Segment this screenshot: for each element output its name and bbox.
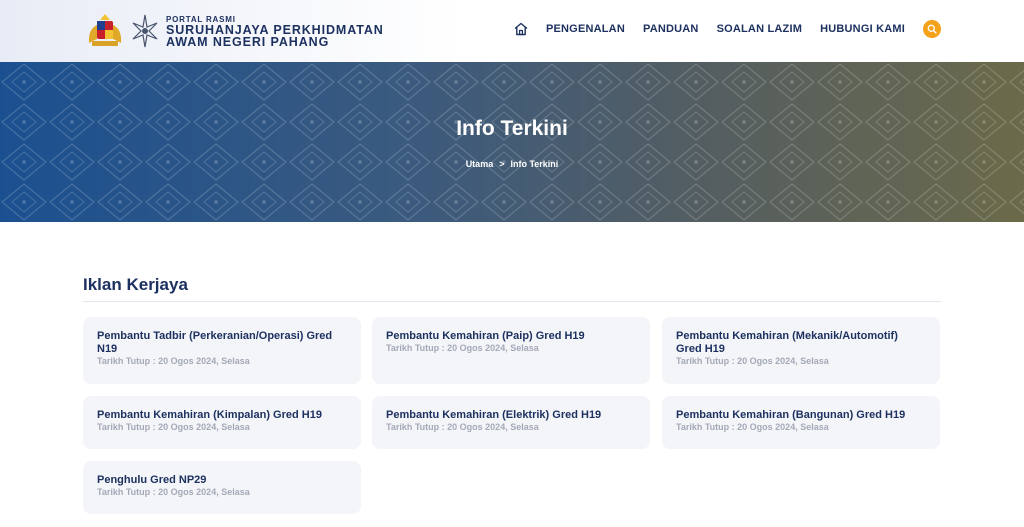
malaysia-crest-icon <box>88 14 122 46</box>
search-icon <box>927 24 937 34</box>
breadcrumb-home-link[interactable]: Utama <box>466 159 494 169</box>
job-closing-date: Tarikh Tutup : 20 Ogos 2024, Selasa <box>386 422 539 432</box>
job-card[interactable]: Pembantu Tadbir (Perkeranian/Operasi) Gr… <box>83 317 361 384</box>
job-closing-date: Tarikh Tutup : 20 Ogos 2024, Selasa <box>97 356 250 366</box>
job-title: Penghulu Gred NP29 <box>97 474 207 486</box>
main-nav: PENGENALAN PANDUAN SOALAN LAZIM HUBUNGI … <box>513 20 941 38</box>
hero-banner: Info Terkini Utama > Info Terkini <box>0 62 1024 222</box>
hero-pattern-background <box>0 62 1024 222</box>
nav-item-soalan-lazim[interactable]: SOALAN LAZIM <box>717 23 803 35</box>
job-closing-date: Tarikh Tutup : 20 Ogos 2024, Selasa <box>97 422 250 432</box>
job-title: Pembantu Kemahiran (Elektrik) Gred H19 <box>386 409 602 421</box>
section-title: Iklan Kerjaya <box>83 275 188 294</box>
nav-item-panduan[interactable]: PANDUAN <box>643 23 699 35</box>
site-brand[interactable]: PORTAL RASMI SURUHANJAYA PERKHIDMATAN AW… <box>166 15 384 48</box>
job-title: Pembantu Kemahiran (Kimpalan) Gred H19 <box>97 409 322 421</box>
logo-link[interactable] <box>84 13 160 49</box>
nav-item-hubungi-kami[interactable]: HUBUNGI KAMI <box>820 23 905 35</box>
home-icon[interactable] <box>513 21 529 37</box>
site-header: PORTAL RASMI SURUHANJAYA PERKHIDMATAN AW… <box>0 0 1024 62</box>
job-card[interactable]: Penghulu Gred NP29 Tarikh Tutup : 20 Ogo… <box>83 461 361 514</box>
job-title: Pembantu Kemahiran (Mekanik/Automotif) G… <box>676 330 898 355</box>
job-closing-date: Tarikh Tutup : 20 Ogos 2024, Selasa <box>97 487 250 497</box>
job-title: Pembantu Kemahiran (Paip) Gred H19 <box>386 330 585 342</box>
job-closing-date: Tarikh Tutup : 20 Ogos 2024, Selasa <box>676 356 829 366</box>
job-title: Pembantu Tadbir (Perkeranian/Operasi) Gr… <box>97 330 333 355</box>
breadcrumb-current: Info Terkini <box>510 159 559 169</box>
job-title: Pembantu Kemahiran (Bangunan) Gred H19 <box>676 409 906 421</box>
nav-item-pengenalan[interactable]: PENGENALAN <box>546 23 625 35</box>
search-button[interactable] <box>923 20 941 38</box>
job-card[interactable]: Pembantu Kemahiran (Elektrik) Gred H19 T… <box>372 396 650 449</box>
brand-name-line2: AWAM NEGERI PAHANG <box>166 35 330 49</box>
job-card[interactable]: Pembantu Kemahiran (Bangunan) Gred H19 T… <box>662 396 940 449</box>
page-title: Info Terkini <box>456 117 568 140</box>
job-closing-date: Tarikh Tutup : 20 Ogos 2024, Selasa <box>676 422 829 432</box>
breadcrumb-separator: > <box>499 159 505 169</box>
job-card[interactable]: Pembantu Kemahiran (Kimpalan) Gred H19 T… <box>83 396 361 449</box>
job-card[interactable]: Pembantu Kemahiran (Mekanik/Automotif) G… <box>662 317 940 384</box>
job-closing-date: Tarikh Tutup : 20 Ogos 2024, Selasa <box>386 343 539 353</box>
breadcrumb: Utama > Info Terkini <box>0 159 1024 169</box>
spa-pahang-emblem-icon <box>132 14 158 48</box>
section-divider <box>83 301 941 302</box>
job-card[interactable]: Pembantu Kemahiran (Paip) Gred H19 Tarik… <box>372 317 650 384</box>
